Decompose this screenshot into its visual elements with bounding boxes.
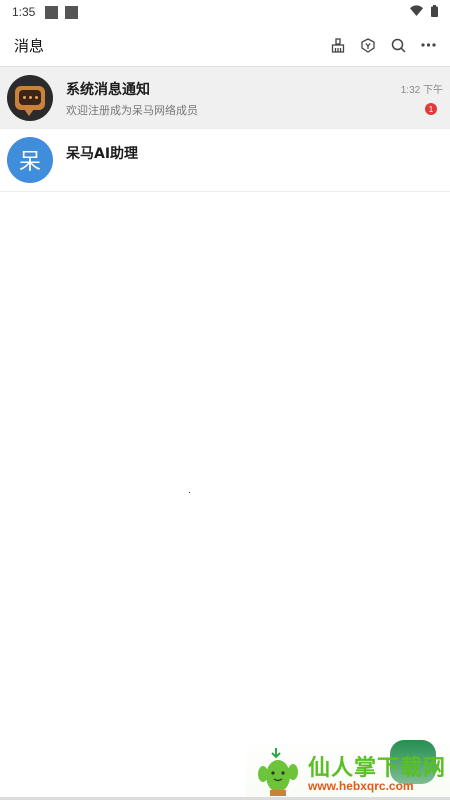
- conversation-body: 系统消息通知 欢迎注册成为呆马网络成员 1:32 下午 1: [66, 67, 443, 128]
- notification-icon: [45, 5, 59, 19]
- conversation-name: 呆马AI助理: [66, 146, 139, 162]
- conversation-preview: 欢迎注册成为呆马网络成员: [66, 104, 198, 117]
- conversation-list: 系统消息通知 欢迎注册成为呆马网络成员 1:32 下午 1 呆 呆马AI助理: [0, 66, 450, 192]
- watermark: 仙人掌下载网 www.hebxqrc.com: [246, 736, 450, 800]
- conversation-name: 系统消息通知: [66, 82, 150, 98]
- messages-screen: 1:35 消息 系统消息通知 欢迎注册成为呆马网络成员 1:32 下午 1 呆 …: [0, 0, 450, 800]
- conversation-time: 1:32 下午: [400, 85, 443, 96]
- status-bar: 1:35: [0, 0, 450, 24]
- page-title: 消息: [14, 36, 45, 55]
- broom-icon[interactable]: [330, 37, 346, 53]
- app-header: 消息: [0, 24, 450, 66]
- conversation-item-system[interactable]: 系统消息通知 欢迎注册成为呆马网络成员 1:32 下午 1: [0, 66, 450, 129]
- conversation-item-ai-assistant[interactable]: 呆 呆马AI助理: [0, 129, 450, 192]
- shield-icon[interactable]: [360, 37, 376, 53]
- cactus-logo-icon: [258, 748, 298, 796]
- watermark-url: www.hebxqrc.com: [308, 779, 414, 793]
- conversation-body: 呆马AI助理: [66, 129, 443, 191]
- wifi-icon: [410, 5, 423, 19]
- search-icon[interactable]: [390, 37, 406, 53]
- notification-icon: [65, 5, 79, 19]
- unread-badge: 1: [425, 103, 437, 115]
- avatar: 呆: [7, 137, 53, 183]
- battery-icon: [431, 4, 438, 20]
- status-time: 1:35: [12, 5, 36, 19]
- watermark-name: 仙人掌下载网: [308, 756, 447, 781]
- chat-bubble-icon: [15, 85, 45, 116]
- stray-dot: [189, 492, 190, 493]
- header-actions: [330, 37, 436, 53]
- status-right: [410, 4, 438, 20]
- avatar: [7, 74, 53, 121]
- more-icon[interactable]: [420, 37, 436, 53]
